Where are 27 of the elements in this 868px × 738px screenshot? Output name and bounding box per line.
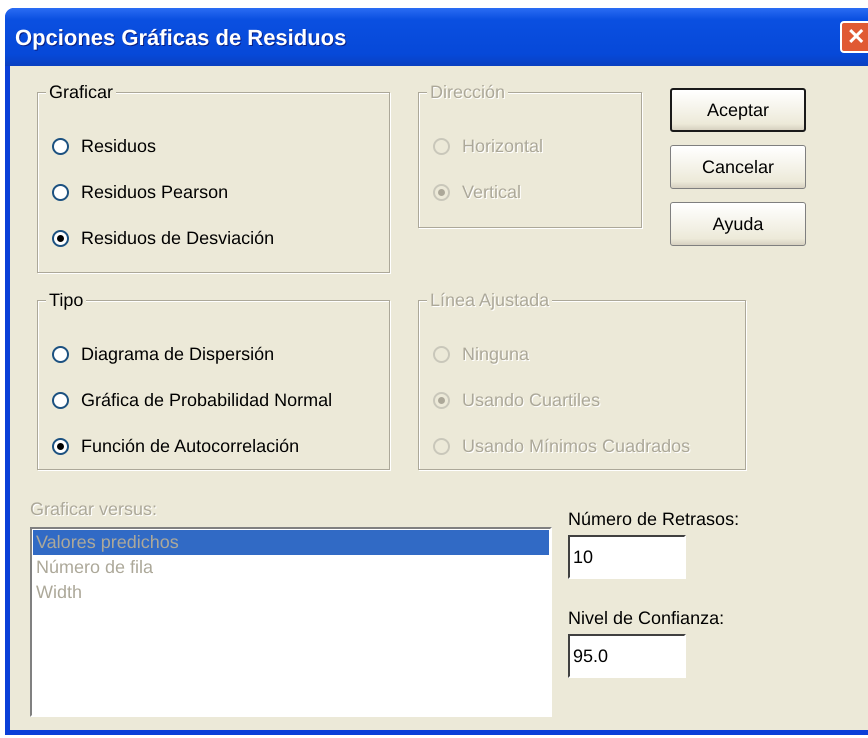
window-title: Opciones Gráficas de Residuos — [15, 24, 348, 52]
field-label: Nivel de Confianza: — [568, 607, 726, 630]
dialog-button[interactable]: Cancelar — [670, 145, 806, 189]
option-label: Función de Autocorrelación — [81, 434, 300, 458]
radio-button[interactable] — [52, 230, 69, 246]
option-label: Usando Mínimos Cuadrados — [462, 434, 690, 458]
radio-button[interactable] — [52, 438, 69, 454]
option-label: Vertical — [462, 180, 522, 204]
dialog-button[interactable]: Ayuda — [670, 202, 806, 246]
option-label: Gráfica de Probabilidad Normal — [81, 388, 332, 412]
radio-button[interactable] — [52, 346, 69, 362]
radio-button[interactable] — [52, 138, 69, 154]
radio-button[interactable] — [52, 184, 69, 200]
option-label: Residuos Pearson — [81, 180, 228, 204]
list-label: Graficar versus: — [30, 498, 158, 521]
option-label: Usando Cuartiles — [462, 388, 600, 412]
input-field[interactable]: 10 — [568, 535, 686, 579]
radio-button[interactable] — [52, 392, 69, 408]
option-label: Residuos — [81, 134, 156, 158]
field-label: Número de Retrasos: — [568, 508, 740, 531]
option-label: Ninguna — [462, 342, 530, 366]
dialog-button[interactable]: Aceptar — [670, 88, 806, 132]
input-field[interactable]: 95.0 — [568, 634, 686, 678]
option-label: Residuos de Desviación — [81, 226, 274, 250]
option-label: Horizontal — [462, 134, 544, 158]
option-label: Diagrama de Dispersión — [81, 342, 274, 366]
close-button[interactable]: ✕ — [840, 21, 868, 53]
